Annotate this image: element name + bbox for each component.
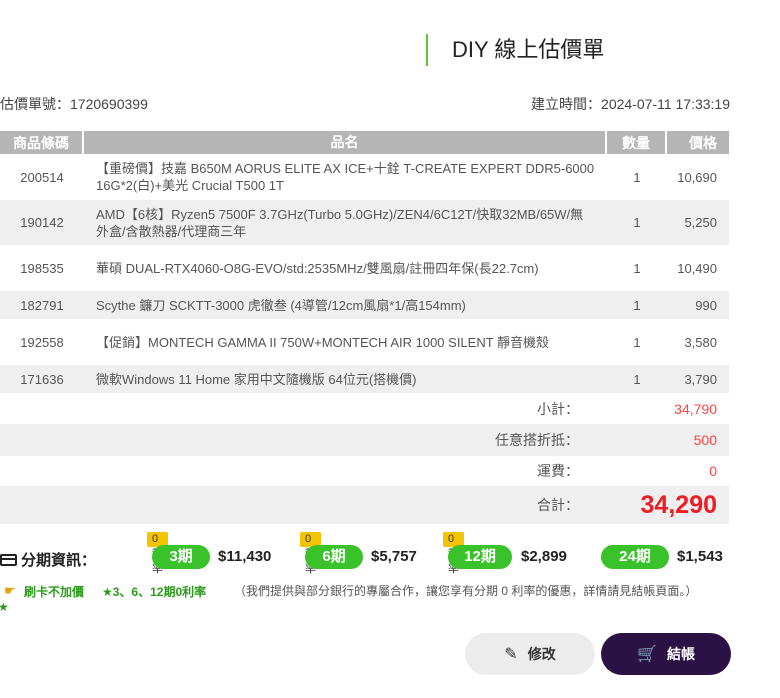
col-header-code: 商品條碼	[0, 131, 84, 154]
cell-code: 182791	[0, 291, 84, 319]
installment-section: 分期資訊： 0利率 3期 $11,430 0利率 6期 $5,757 0利率 1…	[0, 532, 780, 580]
bank-note: （我們提供與部分銀行的專屬合作，讓您享有分期 0 利率的優惠，詳情請見結帳頁面。…	[234, 584, 698, 598]
cell-price: 3,790	[667, 365, 729, 393]
shipping-label: 運費：	[537, 463, 579, 479]
total-label: 合計：	[537, 497, 579, 513]
cell-name: Scythe 鐮刀 SCKTT-3000 虎徹叁 (4導管/12cm風扇*1/高…	[84, 291, 607, 319]
table-row: 192558 【促銷】MONTECH GAMMA II 750W+MONTECH…	[0, 319, 729, 365]
discount-value: 500	[693, 432, 717, 448]
cell-code: 171636	[0, 365, 84, 393]
edit-button[interactable]: ✎ 修改	[465, 633, 595, 675]
shipping-row: 運費： 0	[0, 456, 729, 486]
cell-code: 198535	[0, 245, 84, 291]
pencil-icon: ✎	[504, 646, 518, 663]
cell-name: 微軟Windows 11 Home 家用中文隨機版 64位元(搭機價)	[84, 365, 607, 393]
page-title: DIY 線上估價單	[452, 37, 605, 62]
installment-amount: $2,899	[521, 548, 567, 565]
discount-label: 任意搭折抵：	[495, 432, 579, 448]
credit-card-icon	[0, 554, 17, 566]
edit-button-label: 修改	[527, 646, 556, 662]
cell-price: 10,690	[667, 154, 729, 200]
checkout-button[interactable]: 🛒 結帳	[601, 633, 731, 675]
installment-title-text: 分期資訊：	[21, 552, 97, 569]
cell-price: 10,490	[667, 245, 729, 291]
cell-price: 3,580	[667, 319, 729, 365]
table-row: 171636 微軟Windows 11 Home 家用中文隨機版 64位元(搭機…	[0, 365, 729, 393]
cart-icon: 🛒	[637, 646, 657, 663]
checkout-button-label: 結帳	[666, 646, 695, 662]
period-pill: 6期	[305, 545, 363, 569]
cell-qty: 1	[607, 291, 667, 319]
cell-code: 200514	[0, 154, 84, 200]
shipping-value: 0	[709, 463, 717, 479]
cell-code: 192558	[0, 319, 84, 365]
total-value: 34,290	[640, 490, 717, 519]
quote-items-table: 商品條碼 品名 數量 價格 200514 【重磅價】技嘉 B650M AORUS…	[0, 131, 729, 393]
table-row: 200514 【重磅價】技嘉 B650M AORUS ELITE AX ICE+…	[0, 154, 729, 200]
installment-title: 分期資訊：	[0, 549, 96, 570]
period-pill: 24期	[601, 545, 669, 569]
table-row: 182791 Scythe 鐮刀 SCKTT-3000 虎徹叁 (4導管/12c…	[0, 291, 729, 319]
installment-amount: $1,543	[677, 548, 723, 565]
cell-price: 5,250	[667, 200, 729, 245]
cell-code: 190142	[0, 200, 84, 245]
col-header-qty: 數量	[607, 131, 667, 154]
cell-qty: 1	[607, 200, 667, 245]
cell-name: 華碩 DUAL-RTX4060-O8G-EVO/std:2535MHz/雙風扇/…	[84, 245, 607, 291]
pointing-hand-icon: ☛	[4, 583, 16, 598]
no-surcharge-note: 刷卡不加價	[24, 585, 85, 599]
discount-row: 任意搭折抵： 500	[0, 424, 729, 456]
total-row: 合計： 34,290	[0, 486, 729, 524]
period-pill: 12期	[448, 545, 512, 569]
col-header-name: 品名	[84, 131, 607, 154]
cell-qty: 1	[607, 245, 667, 291]
page-title-block: DIY 線上估價單	[426, 34, 604, 66]
col-header-price: 價格	[667, 131, 729, 154]
cell-name: 【重磅價】技嘉 B650M AORUS ELITE AX ICE+十銓 T-CR…	[84, 154, 607, 200]
star-mark: ★	[0, 600, 9, 614]
period-pill: 3期	[152, 545, 210, 569]
subtotal-row: 小計： 34,790	[0, 394, 729, 424]
cell-qty: 1	[607, 365, 667, 393]
table-row: 198535 華碩 DUAL-RTX4060-O8G-EVO/std:2535M…	[0, 245, 729, 291]
cell-name: 【促銷】MONTECH GAMMA II 750W+MONTECH AIR 10…	[84, 319, 607, 365]
created-time: 建立時間：2024-07-11 17:33:19	[531, 96, 730, 112]
zero-rate-note: ★3、6、12期0利率	[102, 585, 207, 599]
subtotal-label: 小計：	[537, 401, 579, 417]
quote-number: 估價單號：1720690399	[0, 96, 148, 112]
cell-qty: 1	[607, 319, 667, 365]
subtotal-value: 34,790	[674, 401, 717, 417]
cell-qty: 1	[607, 154, 667, 200]
cell-price: 990	[667, 291, 729, 319]
installment-amount: $5,757	[371, 548, 417, 565]
table-row: 190142 AMD【6核】Ryzen5 7500F 3.7GHz(Turbo …	[0, 200, 729, 245]
cell-name: AMD【6核】Ryzen5 7500F 3.7GHz(Turbo 5.0GHz)…	[84, 200, 607, 245]
installment-amount: $11,430	[218, 548, 272, 565]
